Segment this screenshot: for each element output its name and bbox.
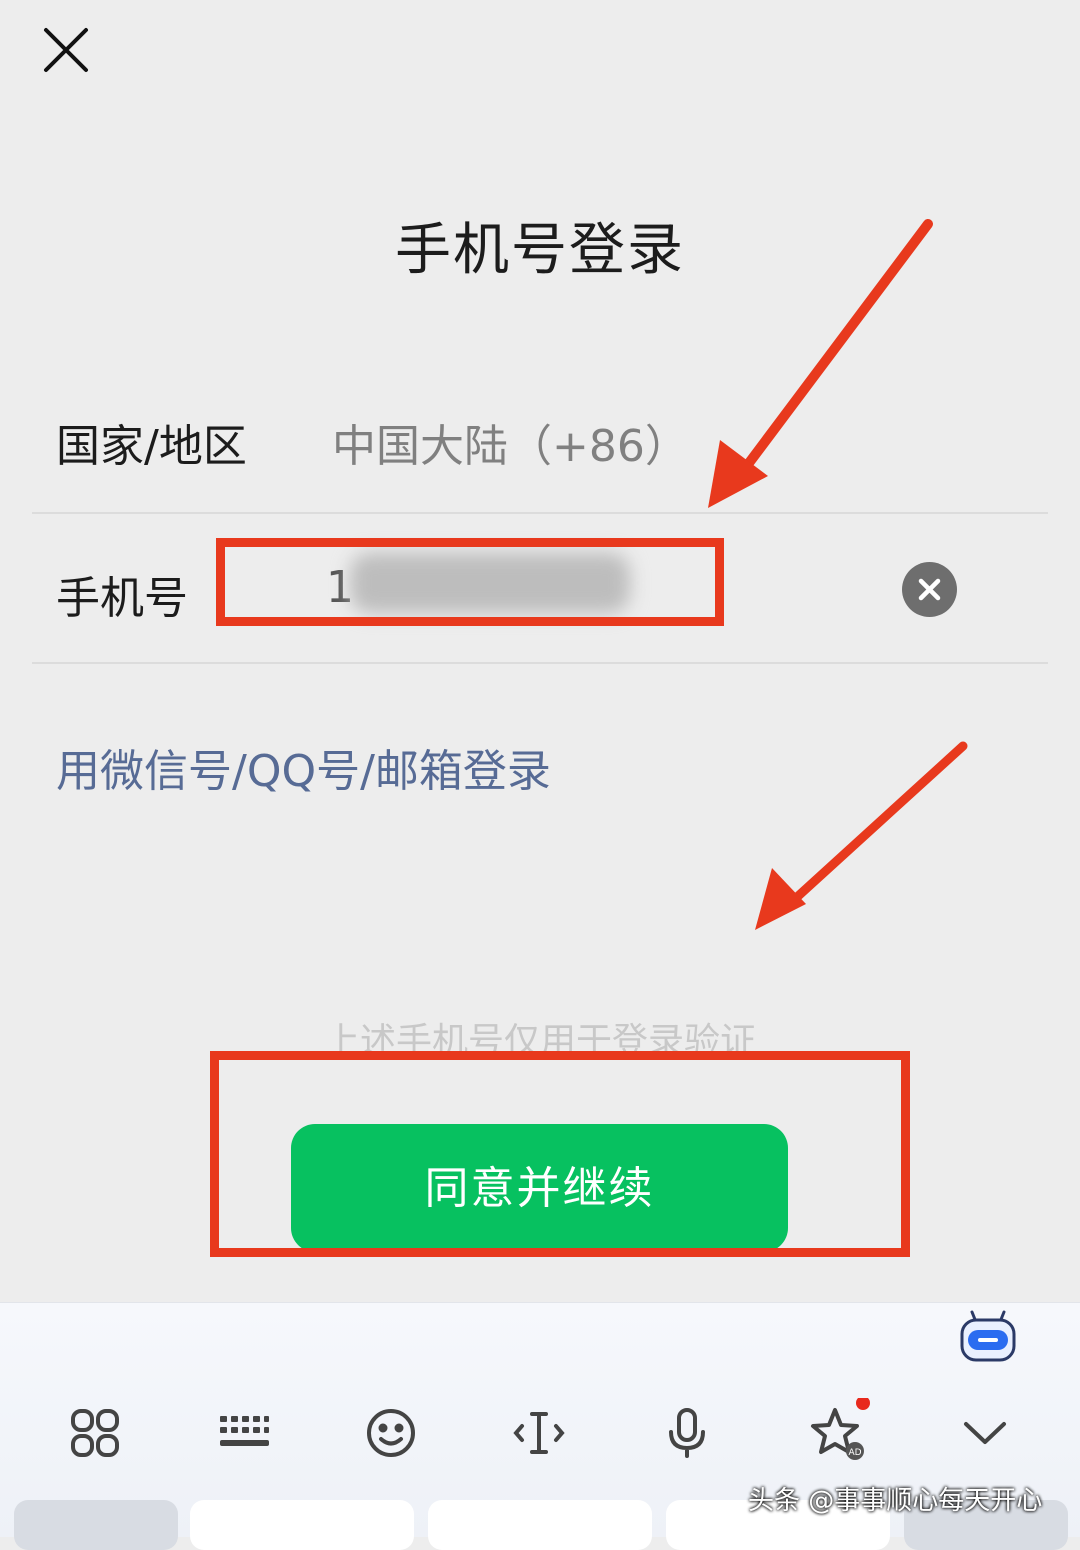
apps-grid-icon[interactable]	[60, 1398, 130, 1468]
annotation-arrows	[708, 219, 968, 930]
cursor-icon[interactable]	[504, 1398, 574, 1468]
watermark-text: 头条 @事事顺心每天开心	[748, 1486, 1043, 1516]
keyboard-key[interactable]	[428, 1500, 652, 1550]
keyboard-key[interactable]	[14, 1500, 178, 1550]
arrow-icon	[708, 219, 933, 508]
star-ad-icon[interactable]: AD	[800, 1396, 870, 1468]
keyboard-key[interactable]	[190, 1500, 414, 1550]
emoji-icon[interactable]	[356, 1398, 426, 1468]
annotation-box-button	[210, 1051, 910, 1257]
svg-text:AD: AD	[848, 1448, 861, 1458]
arrow-icon	[755, 741, 968, 930]
chevron-down-icon[interactable]	[950, 1398, 1020, 1468]
keyboard-icon[interactable]	[208, 1398, 278, 1468]
microphone-icon[interactable]	[652, 1398, 722, 1468]
robot-assistant-icon[interactable]	[958, 1306, 1018, 1362]
